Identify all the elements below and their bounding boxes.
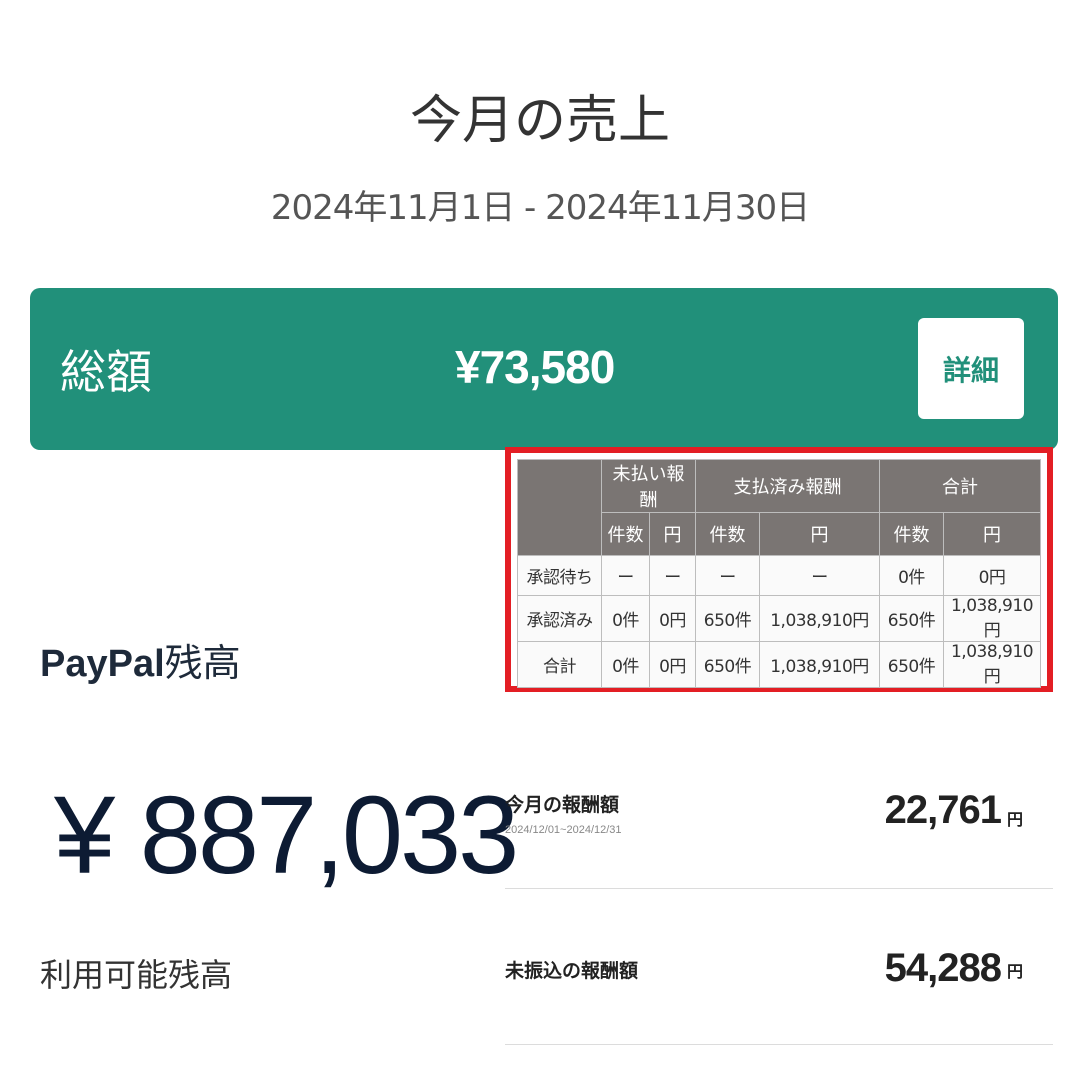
this-month-reward: 今月の報酬額 2024/12/01~2024/12/31 22,761 円: [505, 786, 1053, 876]
page-title: 今月の売上: [409, 91, 670, 151]
table-cell: 1,038,910円: [759, 641, 880, 688]
table-cell: 650件: [879, 641, 944, 688]
table-row: 合計 0件 0円 650件 1,038,910円 650件 1,038,910円: [517, 641, 1041, 688]
paypal-balance-title: PayPal残高: [40, 632, 241, 687]
subheader-count: 件数: [695, 512, 760, 556]
table-cell: 1,038,910円: [943, 595, 1041, 642]
table-cell: 0円: [649, 595, 696, 642]
table-cell: 650件: [695, 641, 760, 688]
header-paid: 支払済み報酬: [695, 459, 880, 513]
table-cell: 0円: [649, 641, 696, 688]
table-row: 承認済み 0件 0円 650件 1,038,910円 650件 1,038,91…: [517, 595, 1041, 642]
sales-period: 2024年11月1日 - 2024年11月30日: [270, 188, 810, 228]
total-label: 総額: [60, 345, 152, 399]
untransferred-reward: 未振込の報酬額 54,288 円: [505, 944, 1053, 1004]
table-cell: 0件: [601, 641, 650, 688]
header-total: 合計: [879, 459, 1041, 513]
table-cell: 1,038,910円: [759, 595, 880, 642]
row-label: 承認済み: [517, 595, 602, 642]
table-cell: 650件: [879, 595, 944, 642]
header-unpaid: 未払い報酬: [601, 459, 696, 513]
subheader-count: 件数: [879, 512, 944, 556]
reward-unit: 円: [1006, 810, 1023, 829]
reward-summary-table: 未払い報酬 支払済み報酬 合計 件数 円 件数 円 件数 円 承認待ち ー ー …: [517, 459, 1041, 688]
subheader-yen: 円: [649, 512, 696, 556]
table-cell: 0円: [943, 555, 1041, 596]
total-bar: 総額 ¥73,580 詳細: [30, 288, 1058, 450]
reward-label: 未振込の報酬額: [505, 960, 639, 982]
table-cell: ー: [695, 555, 760, 596]
reward-amount: 54,288: [884, 946, 1002, 990]
table-cell: ー: [649, 555, 696, 596]
table-cell: 0件: [879, 555, 944, 596]
table-cell: 1,038,910円: [943, 641, 1041, 688]
paypal-title-suffix: 残高: [164, 643, 241, 685]
divider: [505, 888, 1053, 889]
total-value: ¥73,580: [455, 341, 615, 393]
table-row: 承認待ち ー ー ー ー 0件 0円: [517, 555, 1041, 596]
table-cell: ー: [601, 555, 650, 596]
row-label: 合計: [517, 641, 602, 688]
divider: [505, 1044, 1053, 1045]
table-cell: 650件: [695, 595, 760, 642]
reward-amount: 22,761: [884, 788, 1002, 832]
table-cell: 0件: [601, 595, 650, 642]
row-label: 承認待ち: [517, 555, 602, 596]
detail-button[interactable]: 詳細: [918, 318, 1024, 419]
paypal-available-label: 利用可能残高: [40, 956, 233, 994]
paypal-brand: PayPal: [40, 643, 165, 685]
reward-label: 今月の報酬額: [505, 794, 620, 816]
subheader-count: 件数: [601, 512, 650, 556]
reward-unit: 円: [1006, 962, 1023, 981]
table-corner: [517, 459, 602, 556]
subheader-yen: 円: [943, 512, 1041, 556]
subheader-yen: 円: [759, 512, 880, 556]
reward-range: 2024/12/01~2024/12/31: [505, 824, 622, 836]
paypal-balance-amount: ¥ 887,033: [54, 774, 519, 897]
summary-table-highlight: 未払い報酬 支払済み報酬 合計 件数 円 件数 円 件数 円 承認待ち ー ー …: [505, 447, 1053, 692]
table-cell: ー: [759, 555, 880, 596]
